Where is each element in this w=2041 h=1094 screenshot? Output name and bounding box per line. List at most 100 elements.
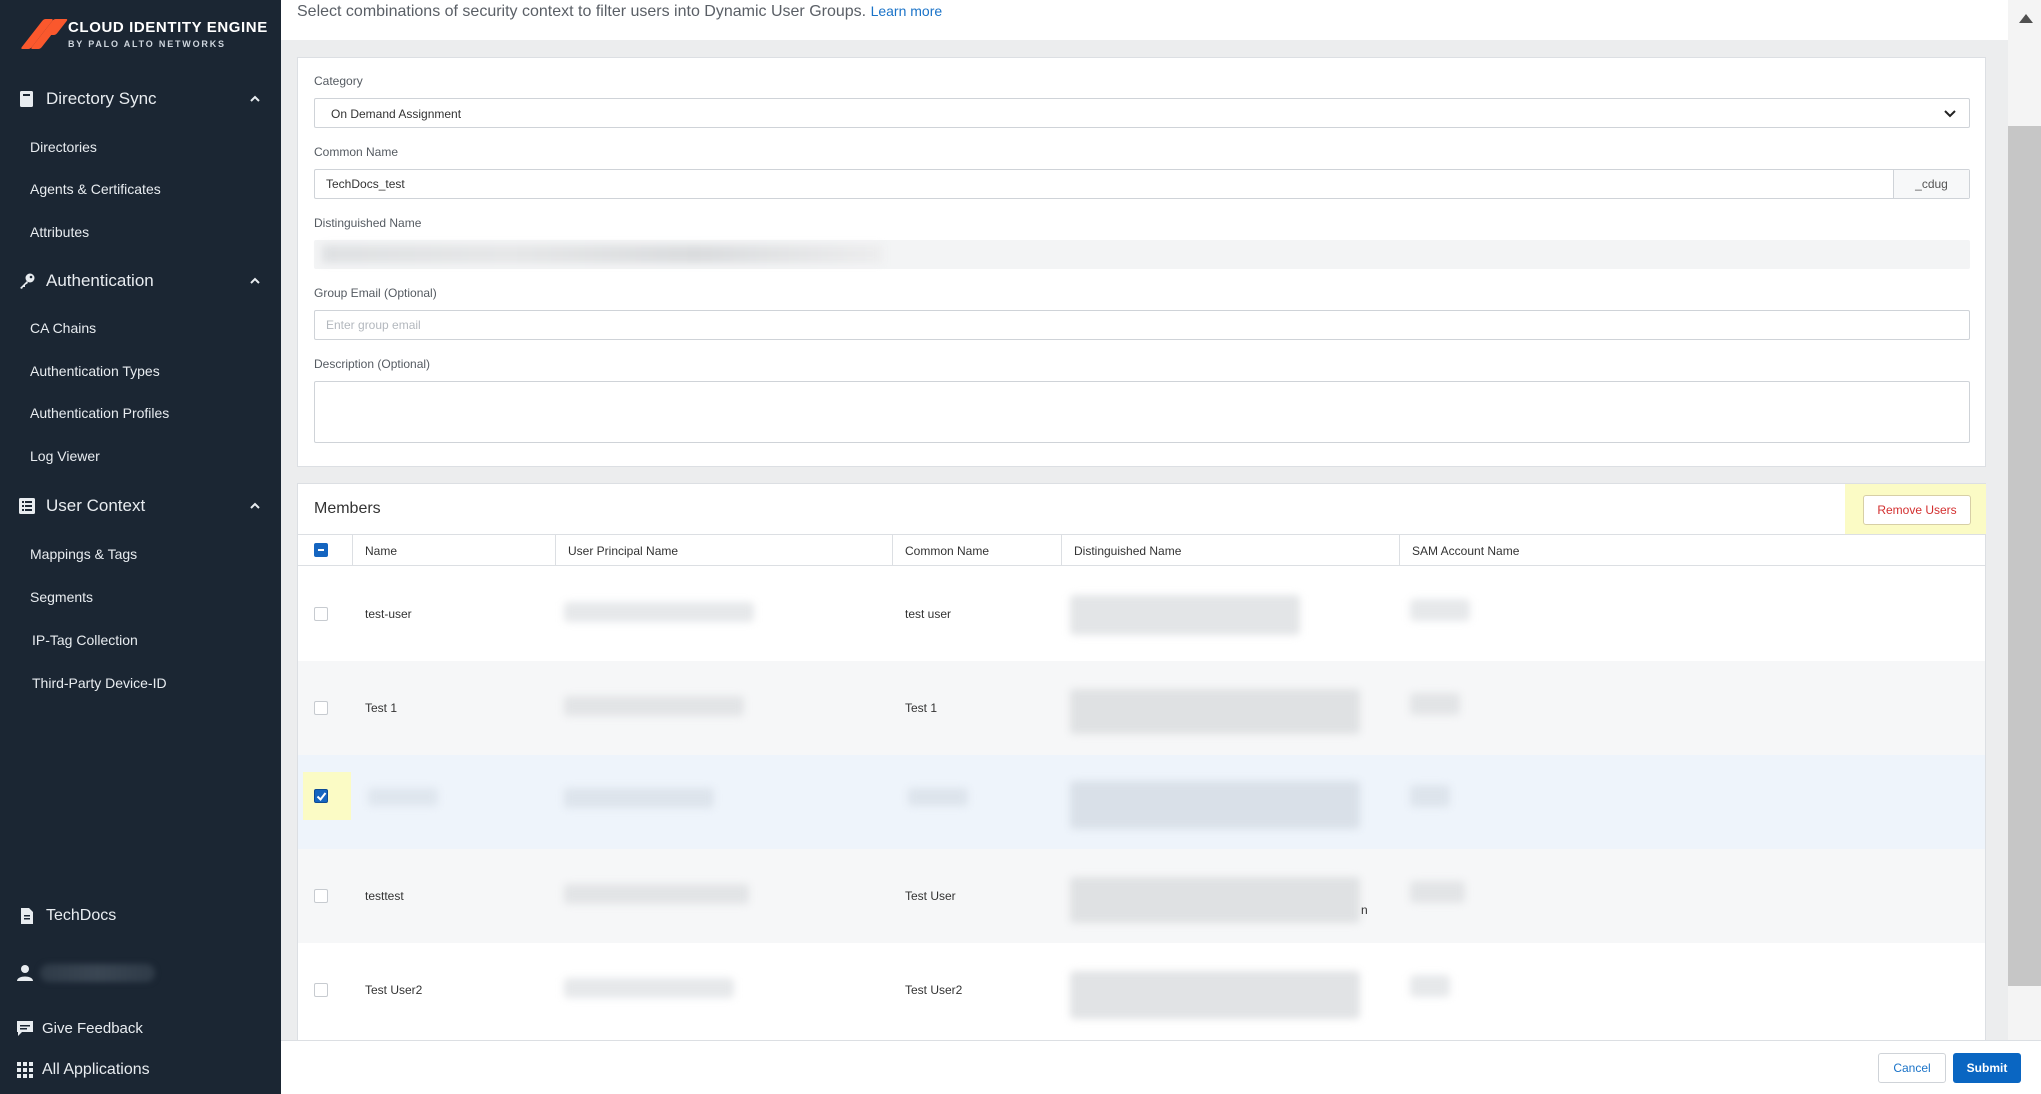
members-card: Members Remove Users Name User Principal…: [297, 483, 1986, 1040]
key-icon: [20, 273, 35, 289]
sidebar-item-agents-certificates[interactable]: Agents & Certificates: [30, 181, 161, 197]
redacted-sam: [1410, 785, 1450, 807]
document-icon: [21, 908, 33, 924]
chevron-up-icon[interactable]: [249, 275, 261, 287]
redacted-upn: [564, 602, 754, 622]
column-header-sam[interactable]: SAM Account Name: [1400, 535, 1985, 566]
sidebar-all-applications[interactable]: All Applications: [0, 1054, 281, 1086]
category-label: Category: [314, 74, 363, 88]
table-row[interactable]: testtest Test User n: [298, 849, 1985, 943]
members-table-header: Name User Principal Name Common Name Dis…: [298, 534, 1985, 566]
cell-name: testtest: [365, 889, 404, 903]
give-feedback-label: Give Feedback: [42, 1019, 143, 1037]
all-applications-label: All Applications: [42, 1061, 150, 1078]
sidebar-item-log-viewer[interactable]: Log Viewer: [30, 448, 100, 464]
palo-alto-logo-icon: [18, 17, 69, 51]
user-name-redacted: [40, 964, 155, 982]
table-row[interactable]: test-user test user: [298, 567, 1985, 661]
sidebar-item-segments[interactable]: Segments: [30, 589, 93, 605]
sidebar-item-attributes[interactable]: Attributes: [30, 224, 89, 240]
form-footer: Cancel Submit: [281, 1040, 2041, 1094]
table-row[interactable]: Test 1 Test 1: [298, 661, 1985, 755]
logo-title: CLOUD IDENTITY ENGINE: [68, 19, 268, 36]
sidebar-section-directory-sync[interactable]: Directory Sync: [0, 81, 281, 117]
remove-users-button[interactable]: Remove Users: [1863, 495, 1971, 525]
app-logo[interactable]: CLOUD IDENTITY ENGINE BY PALO ALTO NETWO…: [18, 14, 268, 54]
techdocs-label: TechDocs: [46, 907, 117, 924]
sidebar-give-feedback[interactable]: Give Feedback: [0, 1012, 281, 1044]
book-icon: [20, 91, 33, 107]
table-row[interactable]: Test User2 Test User2: [298, 943, 1985, 1037]
description-text: Select combinations of security context …: [297, 3, 867, 20]
page-scrollbar[interactable]: [2008, 0, 2041, 1040]
chevron-up-icon[interactable]: [249, 93, 261, 105]
cancel-button[interactable]: Cancel: [1878, 1053, 1946, 1083]
cell-common-name: test user: [905, 607, 952, 621]
grid-icon: [17, 1062, 33, 1078]
row-checkbox[interactable]: [314, 607, 328, 621]
chevron-down-icon: [1944, 110, 1956, 118]
redacted-upn: [564, 978, 734, 998]
sidebar-item-authentication-types[interactable]: Authentication Types: [30, 363, 160, 379]
sidebar-techdocs[interactable]: TechDocs: [0, 900, 281, 932]
select-all-checkbox[interactable]: [314, 543, 328, 557]
redacted-upn: [564, 788, 714, 808]
scrollbar-thumb[interactable]: [2008, 126, 2041, 986]
submit-button[interactable]: Submit: [1953, 1053, 2021, 1083]
select-all-cell: [298, 535, 353, 566]
table-row-selected[interactable]: [298, 755, 1985, 849]
sidebar-section-label: User Context: [46, 496, 146, 515]
chevron-up-icon[interactable]: [249, 500, 261, 512]
sidebar-item-directories[interactable]: Directories: [30, 139, 97, 155]
redacted-upn: [564, 696, 744, 716]
sidebar-item-third-party-device-id[interactable]: Third-Party Device-ID: [32, 675, 167, 691]
learn-more-link[interactable]: Learn more: [871, 3, 943, 19]
row-checkbox[interactable]: [314, 889, 328, 903]
category-select[interactable]: On Demand Assignment: [314, 98, 1970, 128]
cell-name: test-user: [365, 607, 412, 621]
description-textarea[interactable]: [314, 381, 1970, 443]
column-header-name[interactable]: Name: [353, 535, 556, 566]
sidebar-item-authentication-profiles[interactable]: Authentication Profiles: [30, 405, 169, 421]
sidebar-section-user-context[interactable]: User Context: [0, 488, 281, 524]
redacted-value: [322, 245, 882, 263]
row-checkbox[interactable]: [314, 701, 328, 715]
page-header: Select combinations of security context …: [281, 0, 2008, 40]
row-checkbox[interactable]: [314, 983, 328, 997]
sidebar: CLOUD IDENTITY ENGINE BY PALO ALTO NETWO…: [0, 0, 281, 1094]
column-header-upn[interactable]: User Principal Name: [556, 535, 893, 566]
common-name-field: _cdug: [314, 169, 1970, 199]
sidebar-section-label: Authentication: [46, 271, 154, 290]
checkmark-icon: [316, 792, 327, 802]
column-header-common-name[interactable]: Common Name: [893, 535, 1062, 566]
sidebar-item-ca-chains[interactable]: CA Chains: [30, 320, 96, 336]
cell-common-name: Test User: [905, 889, 956, 903]
cell-name: Test User2: [365, 983, 423, 997]
page-description: Select combinations of security context …: [297, 3, 942, 21]
redacted-upn: [564, 884, 749, 904]
redacted-dn: [1070, 877, 1360, 923]
redacted-dn: [1070, 781, 1360, 829]
feedback-icon: [17, 1021, 33, 1036]
sidebar-item-mappings-tags[interactable]: Mappings & Tags: [30, 546, 137, 562]
common-name-input[interactable]: [315, 170, 1890, 198]
distinguished-name-readonly: [314, 240, 1970, 269]
sidebar-item-ip-tag-collection[interactable]: IP-Tag Collection: [32, 632, 138, 648]
group-email-input[interactable]: [314, 310, 1970, 340]
stray-text: n: [1361, 903, 1368, 917]
group-email-label: Group Email (Optional): [314, 286, 437, 300]
column-header-dn[interactable]: Distinguished Name: [1062, 535, 1400, 566]
scroll-up-arrow-icon[interactable]: [2019, 14, 2033, 23]
row-checkbox-checked[interactable]: [314, 789, 328, 803]
sidebar-section-authentication[interactable]: Authentication: [0, 263, 281, 299]
main-content: Select combinations of security context …: [281, 0, 2008, 1040]
sidebar-user-profile[interactable]: [0, 957, 281, 989]
group-form-card: Category On Demand Assignment Common Nam…: [297, 57, 1986, 467]
redacted-common-name: [908, 788, 968, 806]
redacted-dn: [1070, 689, 1360, 734]
common-name-label: Common Name: [314, 145, 399, 159]
cell-common-name: Test 1: [905, 701, 938, 715]
cell-name: Test 1: [365, 701, 398, 715]
redacted-dn: [1070, 971, 1360, 1019]
common-name-suffix: _cdug: [1893, 170, 1969, 198]
